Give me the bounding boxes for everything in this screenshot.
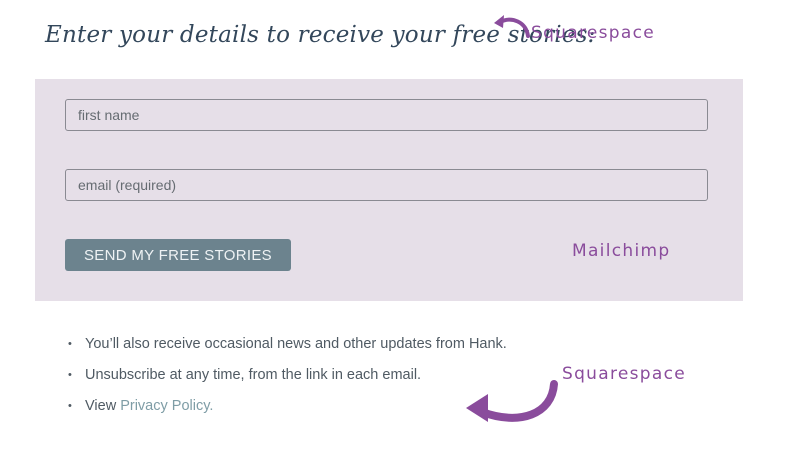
send-stories-button[interactable]: SEND MY FREE STORIES: [65, 239, 291, 271]
privacy-prefix: View: [85, 398, 121, 414]
signup-form-panel: SEND MY FREE STORIES: [35, 79, 743, 301]
list-item: You’ll also receive occasional news and …: [68, 333, 507, 364]
squarespace-annotation-bottom: Squarespace: [562, 364, 687, 384]
info-list: You’ll also receive occasional news and …: [68, 333, 507, 426]
list-item: View Privacy Policy.: [68, 395, 507, 426]
unsubscribe-note: Unsubscribe at any time, from the link i…: [85, 367, 422, 383]
curved-arrow-icon: [494, 15, 530, 38]
email-field[interactable]: [65, 169, 708, 201]
mailchimp-annotation: Mailchimp: [572, 241, 671, 261]
curved-arrow-icon: [466, 380, 558, 422]
squarespace-annotation-top: Squarespace: [531, 23, 656, 43]
list-item: Unsubscribe at any time, from the link i…: [68, 364, 507, 395]
first-name-field[interactable]: [65, 99, 708, 131]
news-note: You’ll also receive occasional news and …: [85, 336, 507, 352]
privacy-policy-link[interactable]: Privacy Policy.: [120, 398, 213, 414]
